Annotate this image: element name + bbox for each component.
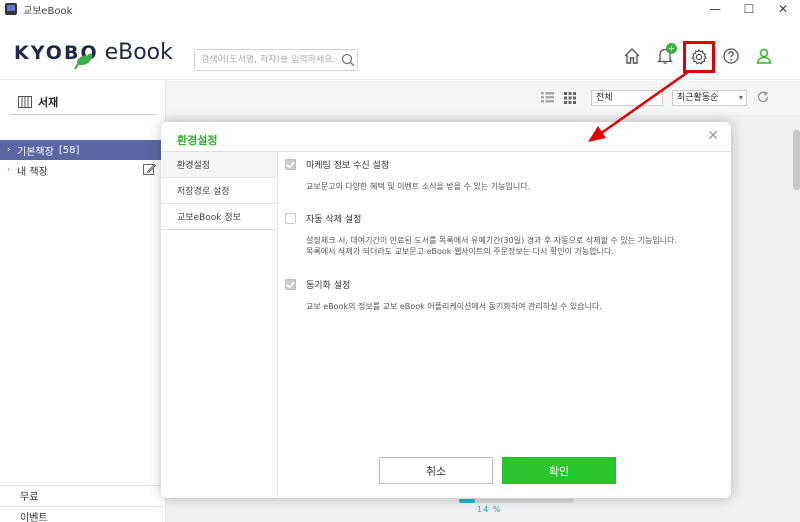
home-icon[interactable] bbox=[620, 44, 644, 68]
marketing-checkbox[interactable] bbox=[285, 159, 296, 170]
check-icon bbox=[286, 161, 295, 169]
chevron-right-icon: › bbox=[7, 145, 11, 155]
notification-badge: + bbox=[666, 43, 677, 54]
logo-ebook-text: eBook bbox=[104, 40, 173, 65]
sync-checkbox[interactable] bbox=[285, 279, 296, 290]
library-title-text: 서재 bbox=[38, 96, 59, 109]
filter-select-value: 전체 bbox=[596, 93, 613, 103]
cancel-button[interactable]: 취소 bbox=[379, 457, 493, 484]
grid-view-icon[interactable] bbox=[564, 92, 576, 107]
scrollbar[interactable] bbox=[793, 130, 800, 190]
search-input[interactable] bbox=[201, 55, 339, 65]
dialog-close-button[interactable]: ✕ bbox=[707, 128, 719, 144]
sidebar-divider bbox=[10, 114, 156, 115]
list-view-icon[interactable] bbox=[541, 92, 554, 106]
dialog-title: 환경설정 bbox=[177, 134, 218, 147]
notification-button[interactable]: + bbox=[653, 43, 677, 68]
sidebar-item-label: 내 책장 bbox=[17, 166, 48, 178]
settings-nav: 환경설정 저장경로 설정 교보eBook 정보 bbox=[161, 152, 278, 498]
kyobo-logo[interactable]: KYOBO eBook bbox=[14, 40, 173, 70]
sort-select-value: 최근활동순 bbox=[677, 93, 719, 103]
option-label: 마케팅 정보 수신 설정 bbox=[306, 161, 390, 171]
sidebar-item-free[interactable]: 무료 bbox=[0, 485, 164, 505]
check-icon bbox=[286, 281, 295, 289]
settings-nav-storage-path[interactable]: 저장경로 설정 bbox=[161, 178, 277, 204]
sidebar-item-label: 기본책장 bbox=[17, 146, 54, 158]
option-sync: 동기화 설정 교보 eBook의 정보를 교보 eBook 어플리케이션에서 동… bbox=[285, 278, 602, 312]
sort-select[interactable]: 최근활동순 ▾ bbox=[672, 90, 747, 106]
library-title: 서재 bbox=[18, 94, 58, 110]
auto-delete-checkbox[interactable] bbox=[285, 213, 296, 224]
window-title: 교보eBook bbox=[23, 5, 73, 17]
option-label: 자동 삭제 설정 bbox=[306, 215, 362, 225]
title-bar: 교보eBook — ☐ ✕ bbox=[0, 0, 800, 18]
chevron-down-icon: ▾ bbox=[738, 93, 743, 102]
sync-progress-label: 14 % bbox=[477, 505, 502, 514]
sidebar: 서재 › 기본책장 [58] › 내 책장 무료 이벤트 bbox=[0, 81, 166, 522]
bookshelf-icon bbox=[18, 96, 32, 108]
header: KYOBO eBook bbox=[0, 18, 800, 80]
search-icon[interactable] bbox=[341, 53, 355, 67]
minimize-button[interactable]: — bbox=[698, 0, 732, 18]
main-toolbar: 전체 최근활동순 ▾ bbox=[166, 81, 800, 115]
option-label: 동기화 설정 bbox=[306, 281, 351, 291]
app-icon bbox=[5, 3, 17, 15]
filter-select[interactable]: 전체 bbox=[591, 90, 663, 106]
sidebar-item-count: [58] bbox=[58, 144, 80, 156]
option-description: 교보문고의 다양한 혜택 및 이벤트 소식을 받을 수 있는 기능입니다. bbox=[306, 182, 531, 191]
edit-icon[interactable] bbox=[143, 163, 157, 179]
option-description: 설정체크 시, 대여기간이 만료된 도서를 목록에서 유예기간(30일) 경과 … bbox=[306, 236, 678, 256]
option-description: 교보 eBook의 정보를 교보 eBook 어플리케이션에서 동기화하여 관리… bbox=[306, 302, 602, 311]
settings-nav-general[interactable]: 환경설정 bbox=[161, 152, 277, 178]
chevron-right-icon: › bbox=[7, 165, 11, 175]
help-icon[interactable] bbox=[719, 44, 743, 68]
settings-dialog: 환경설정 ✕ 환경설정 저장경로 설정 교보eBook 정보 마케팅 정보 수신… bbox=[161, 122, 731, 498]
search-box bbox=[194, 49, 358, 71]
sidebar-item-my-shelf[interactable]: › 내 책장 bbox=[0, 160, 164, 180]
confirm-button[interactable]: 확인 bbox=[502, 457, 616, 484]
settings-nav-about[interactable]: 교보eBook 정보 bbox=[161, 204, 277, 230]
user-icon[interactable] bbox=[752, 44, 776, 68]
sidebar-item-event[interactable]: 이벤트 bbox=[0, 506, 164, 522]
settings-highlight-box bbox=[683, 41, 715, 73]
leaf-logo-icon bbox=[74, 53, 93, 70]
sidebar-item-default-shelf[interactable]: › 기본책장 [58] bbox=[0, 140, 164, 160]
maximize-button[interactable]: ☐ bbox=[732, 0, 766, 18]
refresh-icon[interactable] bbox=[756, 90, 770, 107]
close-window-button[interactable]: ✕ bbox=[766, 0, 800, 18]
option-auto-delete: 자동 삭제 설정 설정체크 시, 대여기간이 만료된 도서를 목록에서 유예기간… bbox=[285, 212, 677, 257]
sync-progress-fill bbox=[459, 499, 476, 503]
option-marketing: 마케팅 정보 수신 설정 교보문고의 다양한 혜택 및 이벤트 소식을 받을 수… bbox=[285, 158, 530, 192]
